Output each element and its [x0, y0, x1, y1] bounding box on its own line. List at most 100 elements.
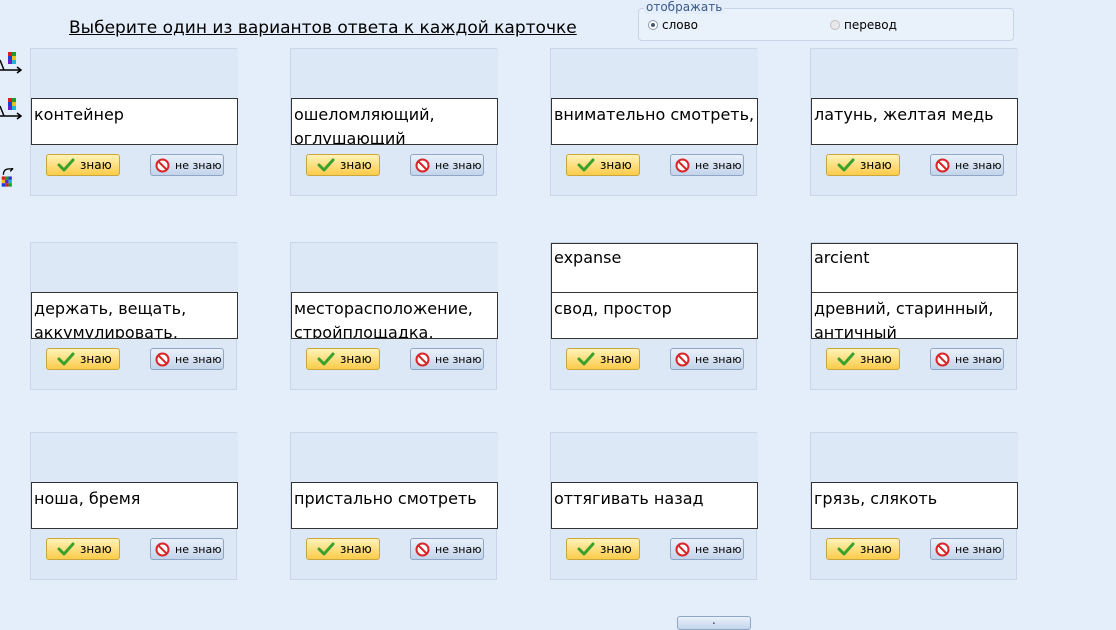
- know-label: знаю: [860, 352, 892, 366]
- forbidden-icon: [935, 158, 950, 172]
- dont-know-button[interactable]: не знаю: [670, 538, 744, 560]
- know-button[interactable]: знаю: [46, 538, 120, 560]
- dont-know-label: не знаю: [435, 352, 482, 366]
- card-back: внимательно смотреть,: [551, 98, 758, 145]
- flashcard: держать, вещать, аккумулировать, знаю не з…: [30, 242, 238, 390]
- check-icon: [577, 352, 595, 366]
- dont-know-button[interactable]: не знаю: [930, 538, 1004, 560]
- card-back: древний, старинный, античный: [811, 292, 1018, 339]
- check-icon: [57, 352, 75, 366]
- know-label: знаю: [80, 542, 112, 556]
- dont-know-button[interactable]: не знаю: [410, 348, 484, 370]
- dont-know-label: не знаю: [175, 542, 222, 556]
- forbidden-icon: [675, 352, 690, 366]
- know-button[interactable]: знаю: [46, 348, 120, 370]
- dont-know-label: не знаю: [955, 158, 1002, 172]
- flashcard: контейнер знаю не знаю: [30, 48, 238, 196]
- flashcard: пристально смотреть знаю не знаю: [290, 432, 498, 580]
- dont-know-label: не знаю: [695, 352, 742, 366]
- dont-know-button[interactable]: не знаю: [150, 154, 224, 176]
- forbidden-icon: [155, 352, 170, 366]
- radio-word[interactable]: слово: [648, 18, 698, 32]
- dont-know-button[interactable]: не знаю: [670, 348, 744, 370]
- know-button[interactable]: знаю: [566, 538, 640, 560]
- card-back: ошеломляющий, оглушающий: [291, 98, 498, 145]
- card-front: [31, 433, 238, 483]
- page-title: Выберите один из вариантов ответа к кажд…: [69, 18, 577, 38]
- dont-know-button[interactable]: не знаю: [410, 154, 484, 176]
- dont-know-button[interactable]: не знаю: [930, 348, 1004, 370]
- bottom-button[interactable]: ⋅: [677, 616, 751, 630]
- card-front: expanse: [551, 243, 758, 293]
- know-button[interactable]: знаю: [566, 154, 640, 176]
- know-label: знаю: [600, 158, 632, 172]
- flashcard: expanse свод, простор знаю не знаю: [550, 242, 758, 390]
- radio-translation[interactable]: перевод: [830, 18, 897, 32]
- card-front: [291, 49, 498, 99]
- forbidden-icon: [155, 542, 170, 556]
- grid-arrow-icon[interactable]: [0, 98, 22, 120]
- dont-know-label: не знаю: [175, 158, 222, 172]
- know-label: знаю: [600, 352, 632, 366]
- check-icon: [837, 542, 855, 556]
- know-button[interactable]: знаю: [566, 348, 640, 370]
- dont-know-label: не знаю: [435, 542, 482, 556]
- know-button[interactable]: знаю: [306, 154, 380, 176]
- dont-know-button[interactable]: не знаю: [150, 348, 224, 370]
- dont-know-label: не знаю: [695, 158, 742, 172]
- forbidden-icon: [415, 542, 430, 556]
- know-label: знаю: [600, 542, 632, 556]
- display-legend: отображать: [644, 0, 725, 14]
- know-button[interactable]: знаю: [826, 348, 900, 370]
- dont-know-label: не знаю: [435, 158, 482, 172]
- forbidden-icon: [935, 352, 950, 366]
- radio-word-dot[interactable]: [648, 20, 658, 30]
- forbidden-icon: [155, 158, 170, 172]
- check-icon: [837, 158, 855, 172]
- know-button[interactable]: знаю: [306, 348, 380, 370]
- card-front: [31, 243, 238, 293]
- forbidden-icon: [675, 158, 690, 172]
- dont-know-label: не знаю: [695, 542, 742, 556]
- know-label: знаю: [80, 158, 112, 172]
- radio-translation-label: перевод: [844, 18, 897, 32]
- know-button[interactable]: знаю: [306, 538, 380, 560]
- dont-know-button[interactable]: не знаю: [670, 154, 744, 176]
- flashcard: месторасположение, стройплощадка, знаю не …: [290, 242, 498, 390]
- check-icon: [57, 542, 75, 556]
- know-button[interactable]: знаю: [826, 154, 900, 176]
- know-label: знаю: [860, 542, 892, 556]
- know-button[interactable]: знаю: [46, 154, 120, 176]
- flashcard: ошеломляющий, оглушающий знаю не знаю: [290, 48, 498, 196]
- card-front: [31, 49, 238, 99]
- dont-know-button[interactable]: не знаю: [150, 538, 224, 560]
- card-back: ноша, бремя: [31, 482, 238, 529]
- card-front: [811, 49, 1018, 99]
- card-front: [811, 433, 1018, 483]
- card-back: оттягивать назад: [551, 482, 758, 529]
- radio-translation-dot[interactable]: [830, 20, 840, 30]
- check-icon: [317, 352, 335, 366]
- card-back: грязь, слякоть: [811, 482, 1018, 529]
- know-label: знаю: [80, 352, 112, 366]
- check-icon: [577, 158, 595, 172]
- grid-arrow-icon[interactable]: [0, 52, 22, 74]
- check-icon: [577, 542, 595, 556]
- grid-rotate-icon[interactable]: [0, 168, 22, 190]
- card-front: [291, 243, 498, 293]
- know-label: знаю: [340, 542, 372, 556]
- forbidden-icon: [415, 158, 430, 172]
- check-icon: [317, 542, 335, 556]
- radio-word-label: слово: [662, 18, 699, 32]
- display-options: отображать слово перевод: [638, 0, 1014, 41]
- card-front: [551, 433, 758, 483]
- check-icon: [57, 158, 75, 172]
- check-icon: [837, 352, 855, 366]
- dont-know-button[interactable]: не знаю: [930, 154, 1004, 176]
- card-back: свод, простор: [551, 292, 758, 339]
- card-front: [291, 433, 498, 483]
- dont-know-button[interactable]: не знаю: [410, 538, 484, 560]
- forbidden-icon: [415, 352, 430, 366]
- know-button[interactable]: знаю: [826, 538, 900, 560]
- flashcard: ноша, бремя знаю не знаю: [30, 432, 238, 580]
